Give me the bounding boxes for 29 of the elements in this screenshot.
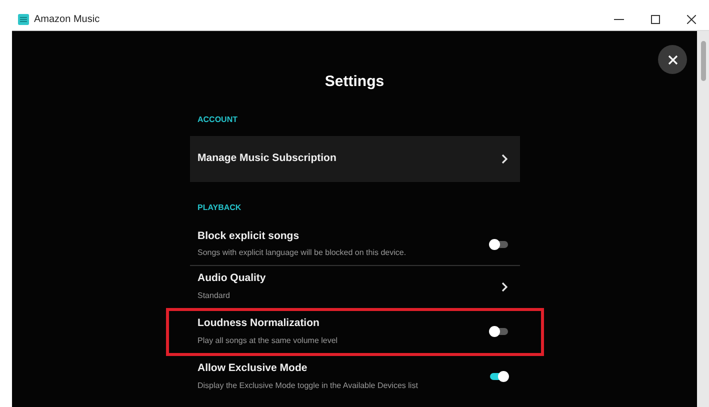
close-icon: [686, 14, 696, 24]
setting-label: Loudness Normalization: [198, 316, 320, 332]
setting-label: Allow Exclusive Mode: [198, 361, 308, 376]
setting-label: Audio Quality: [198, 271, 266, 286]
window-title: Amazon Music: [34, 12, 100, 26]
setting-description: Play all songs at the same volume level: [198, 334, 338, 347]
settings-row[interactable]: Block explicit songs Songs with explicit language will be blocked on this device.: [190, 224, 520, 266]
toggle-switch[interactable]: [490, 240, 508, 248]
settings-row[interactable]: Allow Exclusive Mode Display the Exclusive Mode toggle in the Available Devices list: [190, 356, 520, 398]
chevron-right-icon: [500, 154, 508, 164]
toggle-switch[interactable]: [490, 373, 508, 380]
setting-description: Display the Exclusive Mode toggle in the Available Devices list: [198, 380, 418, 392]
setting-label: Manage Music Subscription: [198, 150, 336, 166]
settings-title: Settings: [324, 72, 384, 92]
app-icon: [18, 14, 29, 24]
maximize-icon: [650, 14, 660, 24]
setting-description: Songs with explicit language will be blocked on this device.: [198, 247, 406, 260]
settings-row[interactable]: Audio Quality Standard: [190, 266, 520, 308]
settings-row[interactable]: Loudness Normalization Play all songs at the same volume level: [190, 310, 520, 352]
close-settings-button[interactable]: [658, 45, 687, 74]
toggle-switch[interactable]: [490, 328, 508, 335]
chevron-right-icon: [500, 282, 508, 292]
settings-row[interactable]: Manage Music Subscription: [190, 136, 520, 182]
minimize-icon: [614, 18, 624, 20]
section-heading: PLAYBACK: [198, 202, 242, 212]
section-heading: ACCOUNT: [198, 114, 238, 124]
setting-description: Standard: [198, 290, 231, 302]
close-icon: [668, 54, 678, 64]
setting-label: Block explicit songs: [198, 228, 300, 244]
